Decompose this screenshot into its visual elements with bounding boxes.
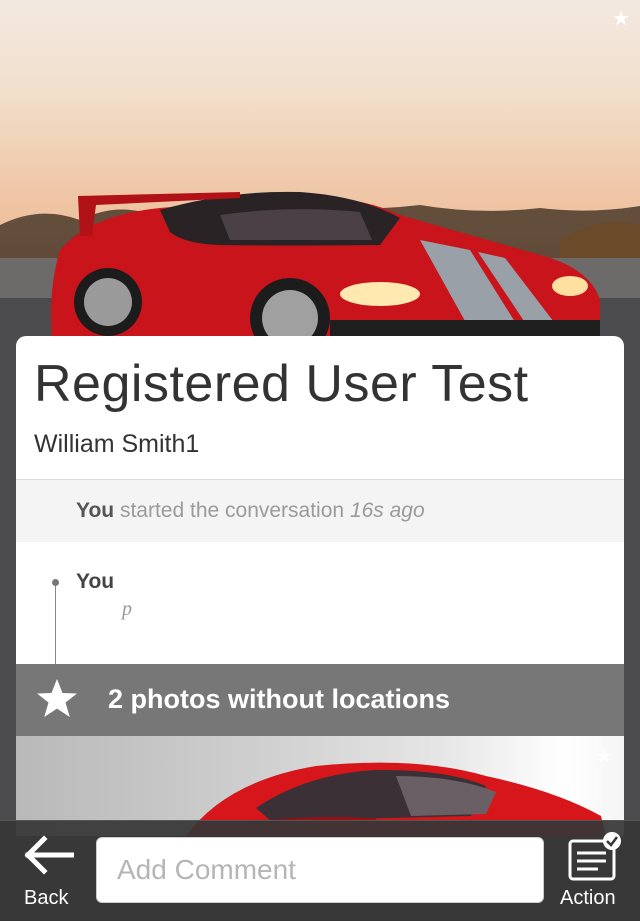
photos-notice-label: 2 photos without locations (108, 684, 450, 714)
timeline-dot (52, 579, 59, 586)
add-comment-input[interactable] (96, 837, 544, 903)
system-event-text: You started the conversation 16s ago (76, 499, 425, 523)
back-button[interactable]: Back (0, 821, 96, 921)
star-icon (37, 679, 77, 717)
bottom-toolbar: Back Action (0, 820, 640, 921)
back-label: Back (24, 887, 69, 909)
conversation-card: Registered User Test William Smith1 You … (16, 336, 624, 836)
comment-item: You p (16, 542, 624, 670)
timeline-line (55, 580, 56, 670)
comment-author: You (76, 570, 115, 593)
thumbnail-star-icon[interactable]: ★ (596, 746, 612, 767)
photos-without-locations-bar[interactable]: 2 photos without locations (16, 664, 624, 736)
system-event-action: started the conversation (119, 499, 345, 522)
system-event-actor: You (76, 499, 115, 522)
system-event-time: 16s ago (349, 499, 425, 522)
participant-name[interactable]: William Smith1 (34, 430, 199, 459)
action-button[interactable]: Action (552, 821, 640, 921)
comment-text: p (122, 598, 132, 620)
arrow-left-icon (24, 835, 74, 875)
compose-check-icon (568, 832, 621, 881)
system-event-row: You started the conversation 16s ago (16, 480, 624, 542)
conversation-title: Registered User Test (34, 355, 529, 413)
action-label: Action (560, 887, 616, 909)
favorite-star-icon[interactable]: ★ (612, 8, 630, 28)
